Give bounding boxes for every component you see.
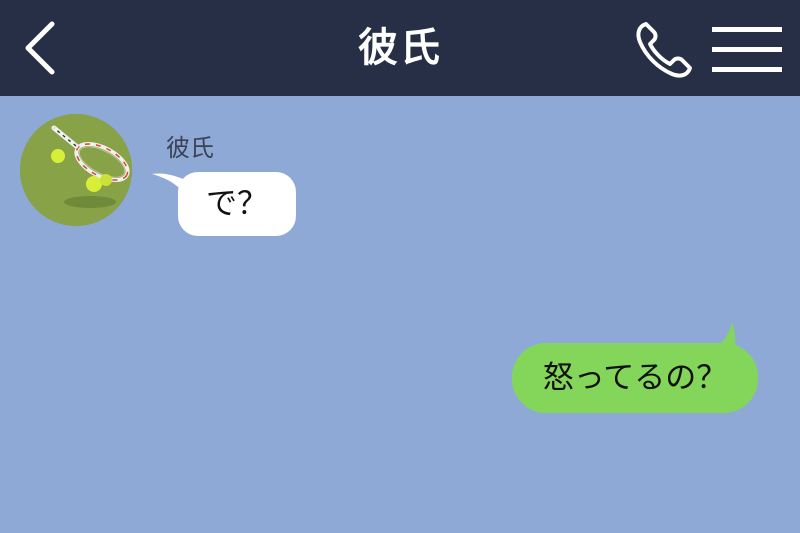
outgoing-message-bubble[interactable]: 怒ってるの？ xyxy=(512,343,758,413)
hamburger-menu-icon xyxy=(712,27,782,72)
sender-name: 彼氏 xyxy=(166,134,214,162)
incoming-message-bubble[interactable]: で？ xyxy=(178,172,296,236)
phone-icon xyxy=(636,22,692,78)
menu-button[interactable] xyxy=(708,22,786,78)
tennis-racket-balls-avatar xyxy=(20,114,132,226)
avatar[interactable] xyxy=(20,114,132,226)
chat-header: 彼氏 xyxy=(0,0,800,96)
call-button[interactable] xyxy=(632,18,698,82)
